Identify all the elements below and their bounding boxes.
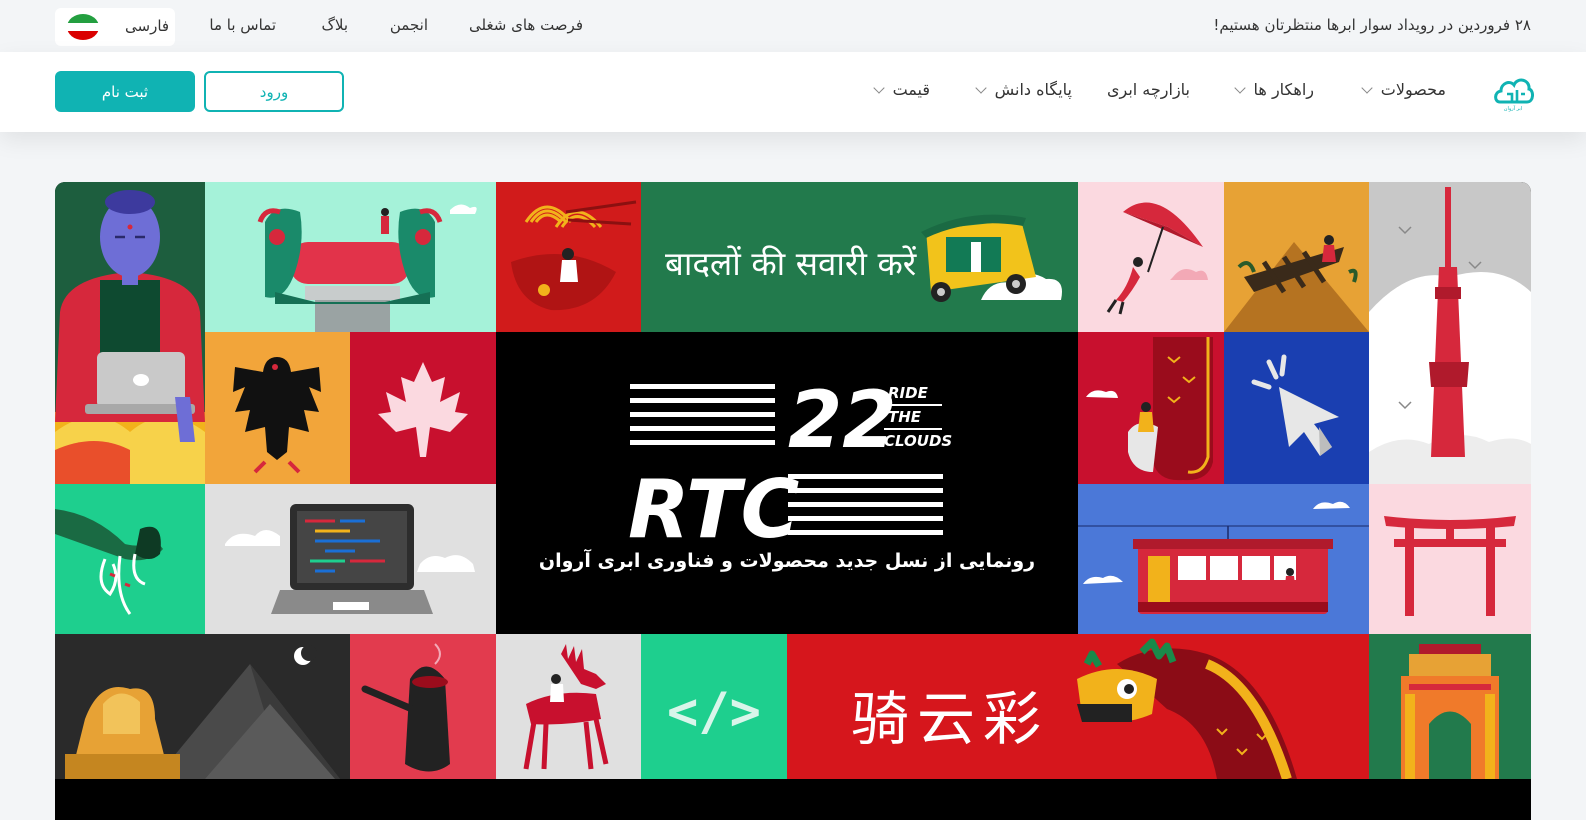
event-banner[interactable]: बादलों की सवारी करें 22 RIDE THE CLOUDS …	[55, 182, 1531, 820]
german-eagle-illustration	[205, 332, 350, 484]
code-brackets-tile: </>	[641, 634, 787, 779]
arvan-cloud-logo[interactable]: ابر آروان	[1492, 72, 1534, 112]
nav-products[interactable]: محصولات	[1361, 80, 1446, 99]
turkish-coffee-pot-illustration	[350, 634, 496, 779]
iran-flag-icon	[67, 14, 99, 40]
buddha-laptop-illustration	[55, 182, 205, 484]
svg-text:ابر آروان: ابر آروان	[1504, 105, 1522, 112]
chevron-down-icon	[1233, 81, 1246, 94]
noodles-illustration	[496, 182, 641, 332]
moose-rider-illustration	[496, 634, 641, 779]
hand-noodles-illustration	[55, 484, 205, 634]
nav-solutions[interactable]: راهکار ها	[1233, 80, 1314, 99]
toplink-contact[interactable]: تماس با ما	[209, 16, 276, 34]
mountain-climber-illustration	[1224, 182, 1369, 332]
nav-pricing[interactable]: قیمت	[872, 80, 930, 99]
top-bar: ۲۸ فروردین در رویداد سوار ابرها منتظرتان…	[0, 0, 1586, 52]
code-symbol: </>	[667, 682, 761, 742]
toplink-blog[interactable]: بلاگ	[321, 16, 348, 34]
main-header: ابر آروان محصولات راهکار ها بازارچه ابری…	[0, 52, 1586, 132]
tagline-the: THE	[888, 408, 922, 426]
banner-bottom-strip	[55, 779, 1531, 820]
sphinx-pyramids-illustration	[55, 634, 350, 779]
nav-knowledge-base-label: پایگاه دانش	[994, 80, 1072, 99]
language-label: فارسی	[125, 17, 170, 35]
toplink-careers[interactable]: فرصت های شغلی	[469, 16, 583, 34]
umbrella-flyer-illustration	[1078, 182, 1224, 332]
nav-cloud-market[interactable]: بازارچه ابری	[1107, 80, 1190, 99]
chevron-down-icon	[872, 81, 885, 94]
rtc-logo-tile: 22 RIDE THE CLOUDS RTC رونمایی از نسل جد…	[496, 332, 1078, 634]
dragons-fountain-illustration	[205, 182, 496, 332]
event-name: RTC	[628, 463, 799, 556]
hindi-banner-tile: बादलों की सवारी करें	[641, 182, 1078, 332]
event-subtitle: رونمایی از نسل جدید محصولات و فناوری ابر…	[538, 550, 1036, 572]
toplink-forum[interactable]: انجمن	[390, 16, 428, 34]
language-selector[interactable]: فارسی	[55, 8, 175, 46]
chinese-dragon-tile: 骑云彩	[787, 634, 1369, 779]
chevron-down-icon	[974, 81, 987, 94]
chinese-dragon-lantern-illustration	[1078, 332, 1224, 484]
signup-button[interactable]: ثبت نام	[55, 71, 195, 112]
cursor-click-icon	[1224, 332, 1369, 484]
tagline-ride: RIDE	[888, 384, 929, 402]
nav-knowledge-base[interactable]: پایگاه دانش	[974, 80, 1072, 99]
event-announcement[interactable]: ۲۸ فروردین در رویداد سوار ابرها منتظرتان…	[1213, 16, 1531, 34]
nav-products-label: محصولات	[1380, 80, 1446, 99]
nav-solutions-label: راهکار ها	[1253, 80, 1314, 99]
nav-cloud-market-label: بازارچه ابری	[1106, 80, 1190, 99]
laptop-code-illustration	[205, 484, 496, 634]
india-gate-illustration	[1369, 634, 1531, 779]
event-number: 22	[788, 376, 897, 466]
cn-tower-illustration	[1369, 182, 1531, 484]
canada-maple-illustration	[350, 332, 496, 484]
chevron-down-icon	[1361, 81, 1373, 94]
nav-pricing-label: قیمت	[892, 80, 930, 99]
tram-illustration	[1078, 484, 1369, 634]
tagline-clouds: CLOUDS	[884, 432, 952, 450]
login-button[interactable]: ورود	[204, 71, 344, 112]
torii-gate-illustration	[1369, 484, 1531, 634]
